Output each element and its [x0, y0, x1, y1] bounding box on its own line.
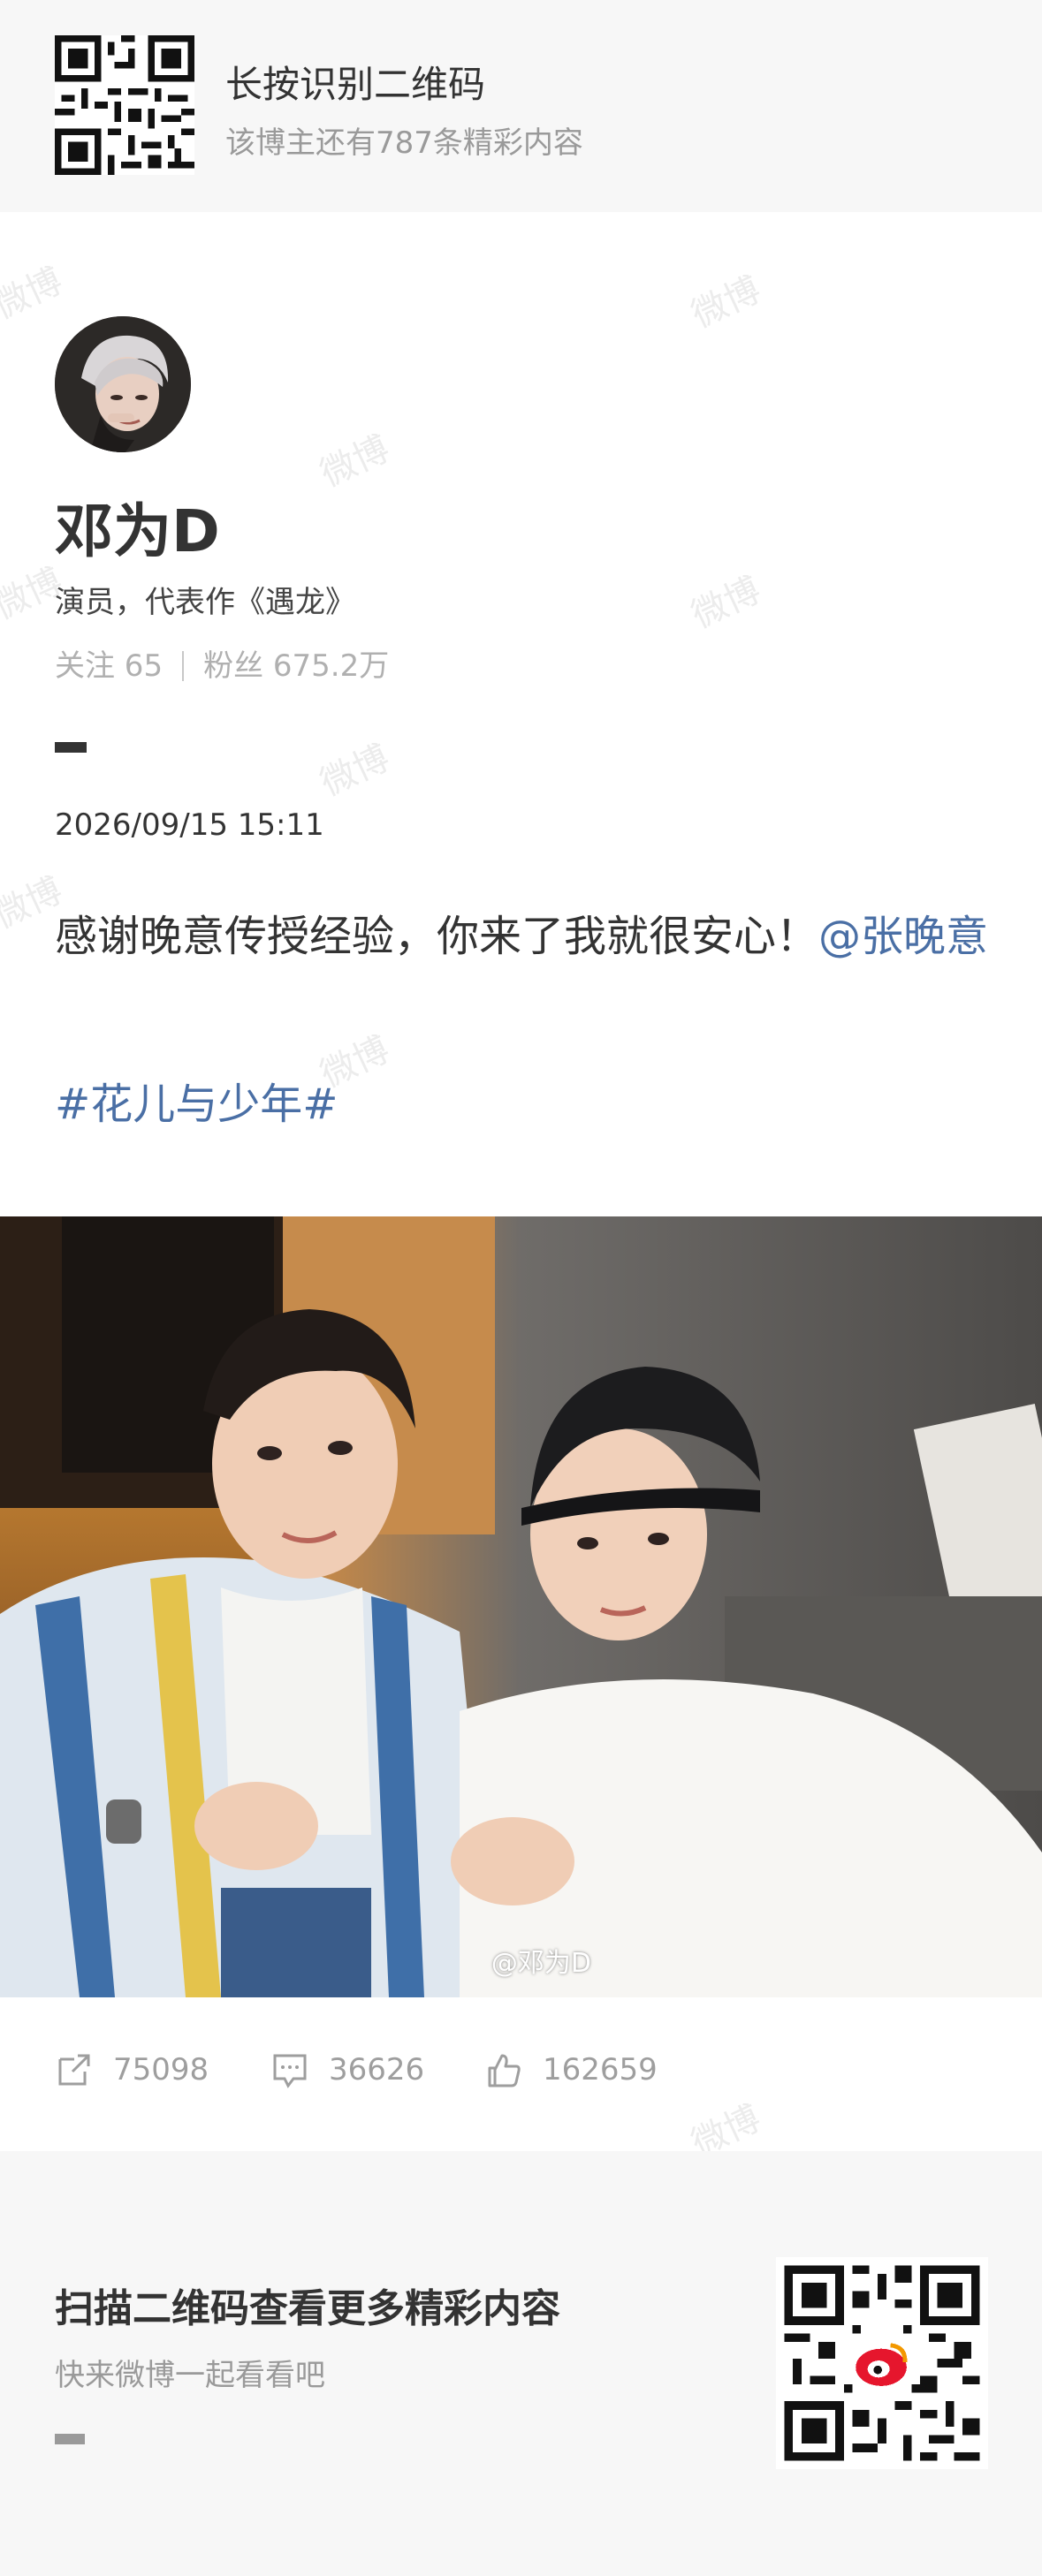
comment-count: 36626 — [329, 2052, 425, 2087]
watermark-text: 微博 — [314, 428, 396, 496]
mention-link[interactable]: @张晚意 — [818, 912, 988, 961]
like-button[interactable]: 162659 — [484, 2048, 658, 2092]
qr-code-icon[interactable] — [55, 35, 194, 175]
watermark-text: 微博 — [314, 737, 396, 805]
post-body: 感谢晚意传授经验，你来了我就很安心！ — [55, 912, 819, 961]
repost-button[interactable]: 75098 — [55, 2048, 209, 2092]
photo-watermark: @邓为D — [491, 1948, 591, 1979]
repost-icon — [58, 2054, 90, 2086]
watermark-text: 微博 — [685, 569, 767, 637]
bottom-title: 扫描二维码查看更多精彩内容 — [55, 2286, 560, 2331]
bottom-divider — [55, 2434, 85, 2444]
banner-subtitle: 该博主还有787条精彩内容 — [225, 125, 583, 161]
hashtag-link[interactable]: #花儿与少年# — [55, 1069, 338, 1131]
banner-title: 长按识别二维码 — [225, 63, 486, 106]
repost-count: 75098 — [113, 2052, 209, 2087]
watermark-text: 微博 — [685, 269, 767, 337]
comment-button[interactable]: 36626 — [270, 2048, 424, 2092]
watermark-text: 微博 — [0, 260, 69, 328]
thumbs-up-icon — [488, 2054, 521, 2087]
action-bar: 75098 36626 162659 — [0, 2023, 1042, 2120]
post-timestamp: 2026/09/15 15:11 — [55, 807, 324, 843]
post-text: 感谢晚意传授经验，你来了我就很安心！@张晚意 — [55, 892, 992, 981]
stats-divider — [182, 651, 185, 681]
comment-icon — [273, 2054, 307, 2088]
avatar[interactable] — [55, 316, 191, 452]
user-name[interactable]: 邓为D — [55, 484, 220, 569]
bottom-subtitle: 快来微博一起看看吧 — [55, 2358, 325, 2393]
bottom-qr-banner: 扫描二维码查看更多精彩内容 快来微博一起看看吧 — [0, 2151, 1042, 2576]
top-qr-banner: 长按识别二维码 该博主还有787条精彩内容 — [0, 0, 1042, 212]
section-divider — [55, 742, 87, 753]
follow-count[interactable]: 关注 65 — [55, 648, 163, 684]
weibo-qr-code-icon[interactable] — [776, 2257, 988, 2469]
user-stats: 关注 65 粉丝 675.2万 — [55, 641, 389, 685]
post-photo[interactable]: @邓为D — [0, 1216, 1042, 1997]
like-count: 162659 — [543, 2052, 658, 2087]
fans-count[interactable]: 粉丝 675.2万 — [203, 648, 389, 684]
user-bio: 演员，代表作《遇龙》 — [55, 585, 355, 620]
